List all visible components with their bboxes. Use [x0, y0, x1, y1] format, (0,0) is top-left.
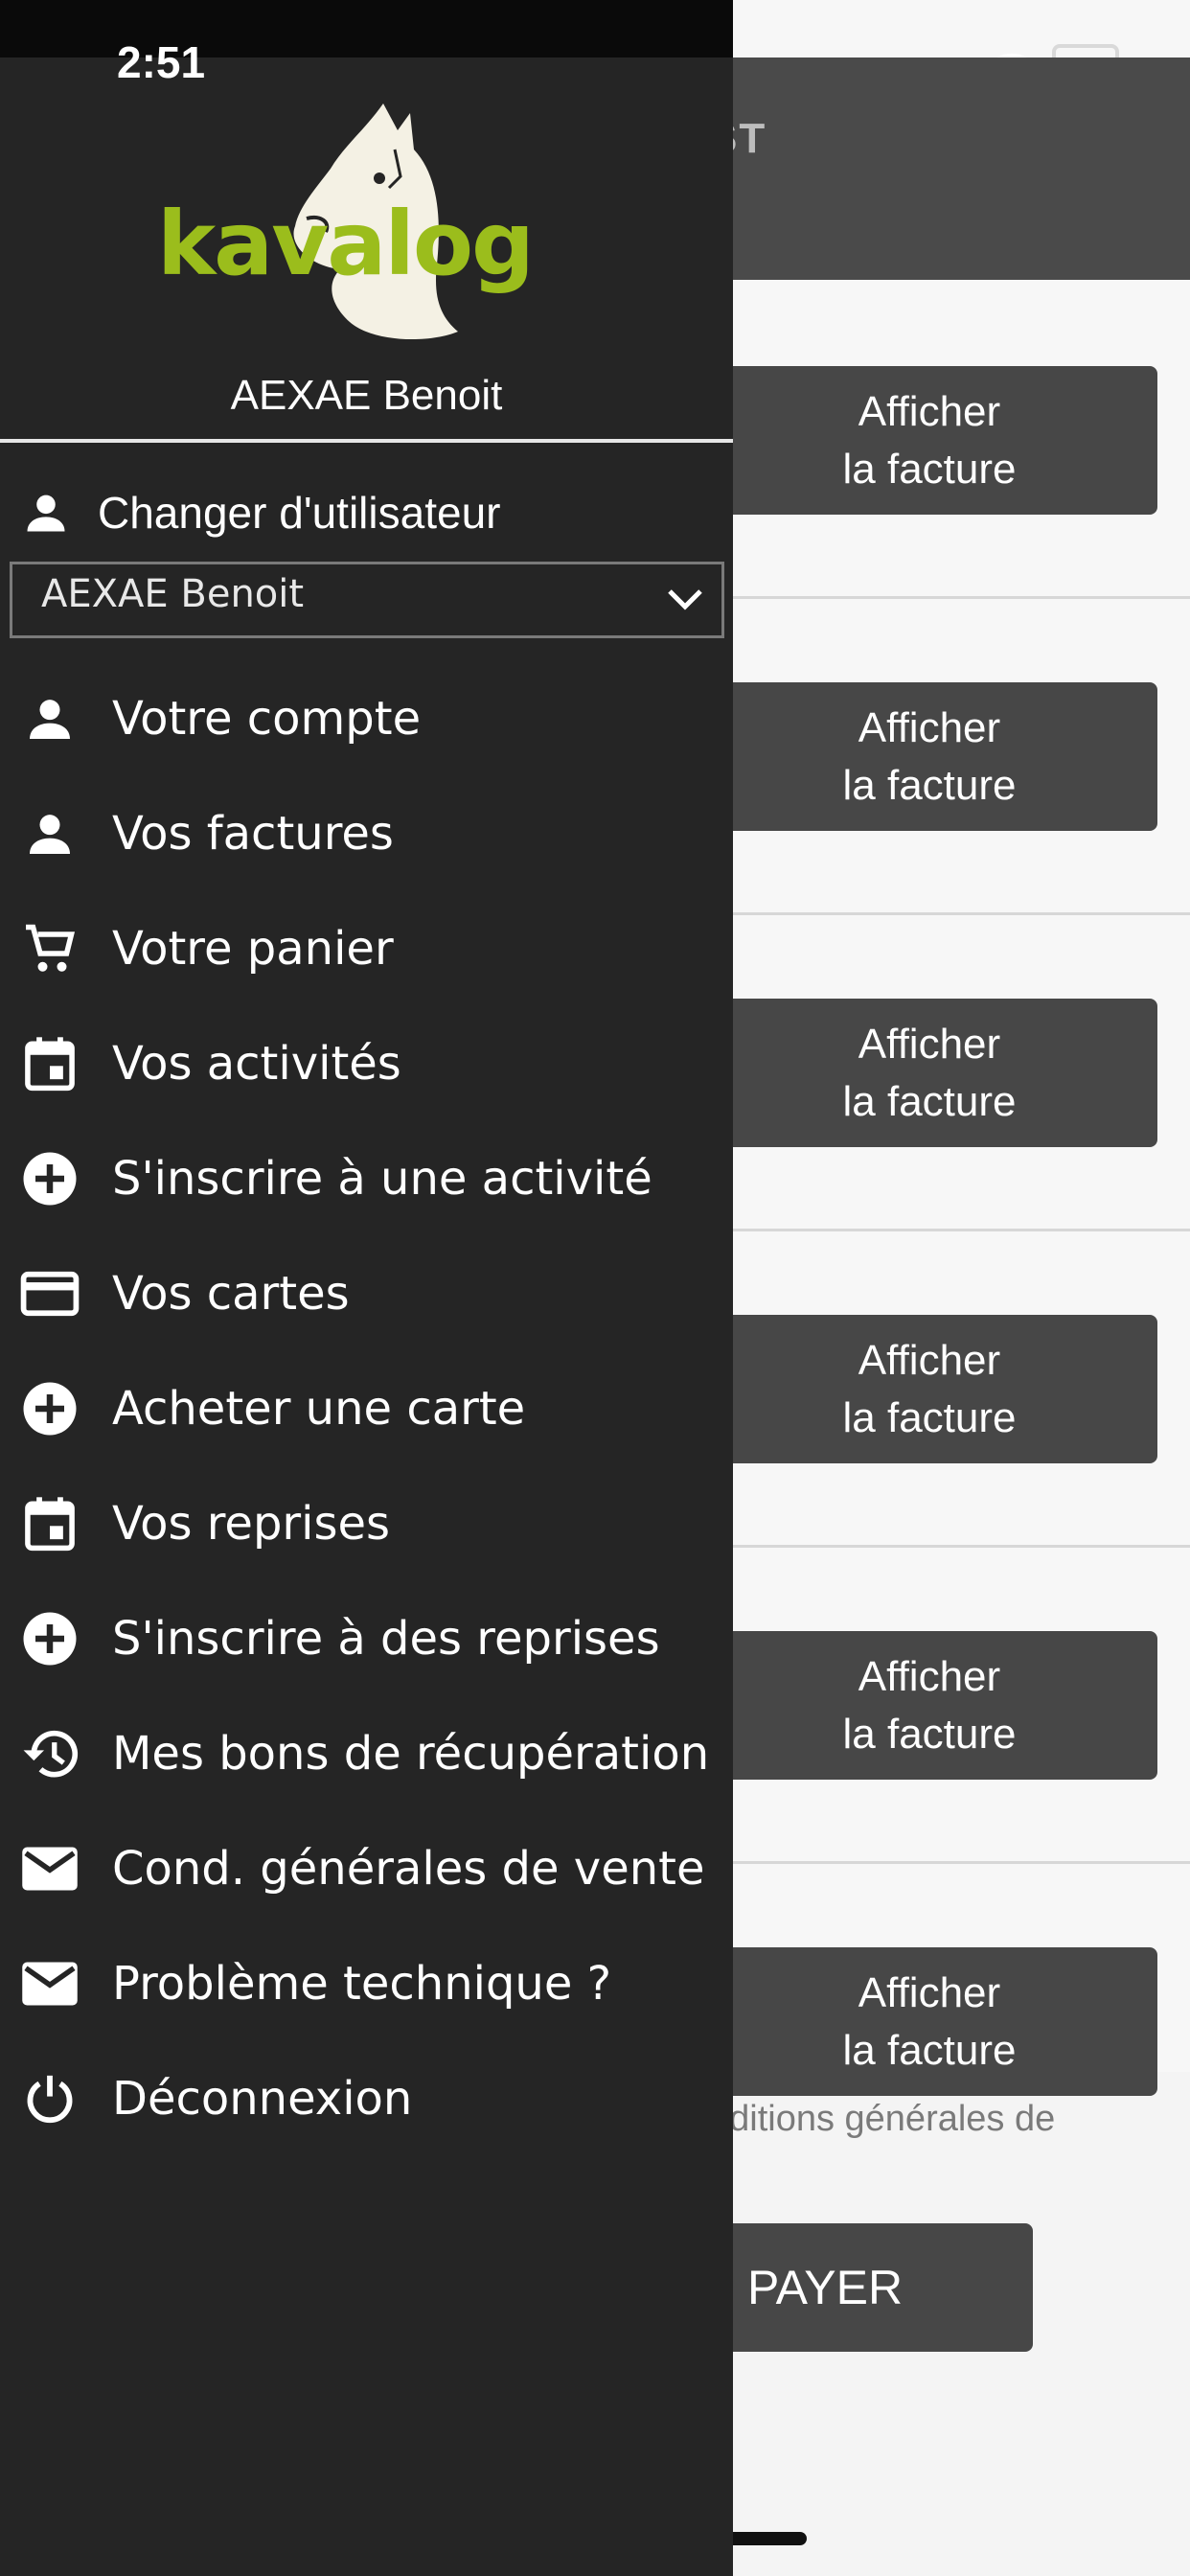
- person-icon: [19, 688, 80, 749]
- kavalog-logo: kavalog: [153, 92, 584, 351]
- menu-item-label: Acheter une carte: [112, 1382, 526, 1436]
- mail-icon: [19, 1838, 80, 1899]
- menu-item-label: Problème technique ?: [112, 1957, 612, 2011]
- menu-item-label: Votre compte: [112, 692, 422, 746]
- menu-item-label: Mes bons de récupération: [112, 1727, 710, 1781]
- menu-item-recovery-vouchers[interactable]: Mes bons de récupération: [0, 1696, 733, 1811]
- person-icon: [19, 803, 80, 864]
- show-invoice-button[interactable]: Afficher la facture: [701, 1947, 1157, 2096]
- show-invoice-button[interactable]: Afficher la facture: [701, 682, 1157, 831]
- menu-item-label: Vos activités: [112, 1037, 401, 1091]
- chevron-down-icon: [666, 586, 704, 612]
- menu-item-your-account[interactable]: Votre compte: [0, 661, 733, 776]
- status-bar-drawer: [0, 0, 733, 58]
- menu-item-label: Vos factures: [112, 807, 394, 861]
- current-user-name: AEXAE Benoit: [230, 372, 503, 419]
- menu-item-label: Votre panier: [112, 922, 394, 976]
- show-invoice-button[interactable]: Afficher la facture: [701, 1315, 1157, 1463]
- menu-item-lessons[interactable]: Vos reprises: [0, 1466, 733, 1581]
- menu-item-label: S'inscrire à une activité: [112, 1152, 652, 1206]
- calendar-icon: [19, 1033, 80, 1094]
- terms-text: nditions générales de: [709, 2099, 1056, 2139]
- show-invoice-button[interactable]: Afficher la facture: [701, 1631, 1157, 1780]
- user-select-value: AEXAE Benoit: [41, 572, 305, 616]
- person-icon: [21, 488, 71, 538]
- menu-item-invoices[interactable]: Vos factures: [0, 776, 733, 891]
- add-circle-icon: [19, 1608, 80, 1669]
- show-invoice-button[interactable]: Afficher la facture: [701, 366, 1157, 515]
- switch-user-label: Changer d'utilisateur: [98, 488, 501, 538]
- menu-item-cards[interactable]: Vos cartes: [0, 1236, 733, 1351]
- add-circle-icon: [19, 1148, 80, 1209]
- drawer-menu: Votre compte Vos factures Votre panier V…: [0, 661, 733, 2156]
- switch-user-row: Changer d'utilisateur: [21, 484, 500, 541]
- menu-item-label: Vos cartes: [112, 1267, 350, 1321]
- menu-item-cart[interactable]: Votre panier: [0, 891, 733, 1006]
- menu-item-buy-card[interactable]: Acheter une carte: [0, 1351, 733, 1466]
- menu-item-logout[interactable]: Déconnexion: [0, 2041, 733, 2156]
- logo-text: kavalog: [157, 193, 533, 295]
- side-drawer: 2:51 kavalog AEXAE Benoit Changer d'util…: [0, 0, 733, 2576]
- menu-item-activities[interactable]: Vos activités: [0, 1006, 733, 1121]
- cart-icon: [19, 918, 80, 979]
- user-select[interactable]: AEXAE Benoit: [10, 562, 724, 638]
- status-time: 2:51: [117, 37, 206, 87]
- calendar-icon: [19, 1493, 80, 1554]
- menu-item-terms-of-sale[interactable]: Cond. générales de vente: [0, 1811, 733, 1926]
- show-invoice-button[interactable]: Afficher la facture: [701, 999, 1157, 1147]
- menu-item-label: Déconnexion: [112, 2072, 413, 2126]
- divider: [0, 439, 733, 443]
- power-icon: [19, 2068, 80, 2129]
- menu-item-label: S'inscrire à des reprises: [112, 1612, 660, 1666]
- add-circle-icon: [19, 1378, 80, 1439]
- menu-item-label: Cond. générales de vente: [112, 1842, 705, 1896]
- menu-item-register-lessons[interactable]: S'inscrire à des reprises: [0, 1581, 733, 1696]
- menu-item-technical-problem[interactable]: Problème technique ?: [0, 1926, 733, 2041]
- menu-item-register-activity[interactable]: S'inscrire à une activité: [0, 1121, 733, 1236]
- credit-card-icon: [19, 1263, 80, 1324]
- history-icon: [19, 1723, 80, 1784]
- menu-item-label: Vos reprises: [112, 1497, 391, 1551]
- mail-icon: [19, 1953, 80, 2014]
